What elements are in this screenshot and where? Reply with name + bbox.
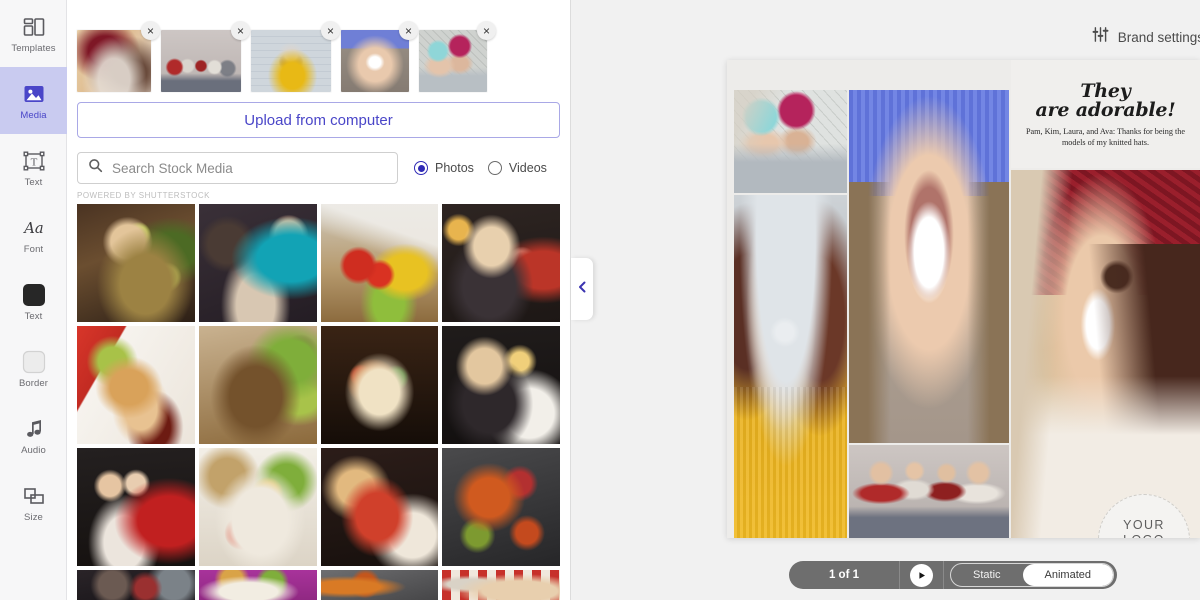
stock-result-item[interactable] bbox=[198, 570, 317, 600]
radio-photos[interactable]: Photos bbox=[414, 161, 474, 175]
svg-text:T: T bbox=[30, 156, 37, 168]
sidebar-item-size[interactable]: Size bbox=[0, 469, 67, 536]
radio-videos[interactable]: Videos bbox=[487, 161, 547, 175]
collapse-panel-button[interactable] bbox=[571, 258, 593, 320]
stock-result-item[interactable] bbox=[320, 448, 439, 566]
uploaded-thumb[interactable]: × bbox=[161, 21, 250, 92]
sidebar-item-text-color[interactable]: Text bbox=[0, 268, 67, 335]
upload-from-computer-button[interactable]: Upload from computer bbox=[77, 102, 560, 138]
logo-line-2: LOGO bbox=[1123, 533, 1165, 538]
uploaded-media-strip: × × × × × bbox=[67, 0, 570, 98]
canvas-photo-woman-red-hat[interactable] bbox=[1011, 170, 1200, 538]
search-input-wrapper[interactable] bbox=[77, 152, 398, 184]
radio-videos-label: Videos bbox=[508, 161, 547, 175]
stock-result-item[interactable] bbox=[442, 326, 560, 444]
sidebar-label-media: Media bbox=[20, 109, 47, 121]
remove-upload-button[interactable]: × bbox=[477, 21, 496, 40]
stock-result-item[interactable] bbox=[198, 204, 317, 322]
sidebar-item-templates[interactable]: Templates bbox=[0, 0, 67, 67]
headline-line-2: are adorable! bbox=[1035, 99, 1176, 122]
uploaded-thumb[interactable]: × bbox=[77, 21, 160, 92]
text-box-icon: T bbox=[21, 148, 47, 174]
uploaded-thumb[interactable]: × bbox=[341, 21, 418, 92]
uploaded-thumb-image bbox=[77, 30, 151, 92]
svg-text:Aa: Aa bbox=[22, 220, 43, 237]
stock-result-item[interactable] bbox=[442, 448, 560, 566]
stock-result-item[interactable] bbox=[442, 570, 560, 600]
remove-upload-button[interactable]: × bbox=[321, 21, 340, 40]
chevron-left-icon bbox=[577, 280, 588, 299]
canvas-headline-block[interactable]: They are adorable! Pam, Kim, Laura, and … bbox=[1011, 60, 1200, 168]
stock-result-item[interactable] bbox=[198, 326, 317, 444]
static-animated-toggle: Static Animated bbox=[944, 561, 1117, 589]
sidebar-item-border[interactable]: Border bbox=[0, 335, 67, 402]
brand-settings-label: Brand settings bbox=[1117, 29, 1200, 45]
stock-result-item[interactable] bbox=[77, 570, 195, 600]
sidebar-label-templates: Templates bbox=[11, 42, 56, 54]
stock-result-item[interactable] bbox=[77, 448, 195, 566]
sidebar-label-border: Border bbox=[18, 377, 49, 389]
sliders-icon bbox=[1092, 26, 1109, 48]
search-input[interactable] bbox=[110, 159, 387, 177]
text-color-icon bbox=[21, 282, 47, 308]
sidebar-item-text[interactable]: T Text bbox=[0, 134, 67, 201]
media-type-radio-group: Photos Videos bbox=[414, 161, 547, 175]
stock-search-row: Photos Videos bbox=[77, 152, 560, 184]
sidebar-label-audio: Audio bbox=[21, 444, 46, 456]
page-indicator[interactable]: 1 of 1 bbox=[789, 561, 899, 589]
canvas-photo-woman-blue-hat[interactable] bbox=[849, 90, 1009, 443]
uploaded-thumb[interactable]: × bbox=[419, 21, 496, 92]
app-root: Templates Media T Text Aa Font Text Bord… bbox=[0, 0, 1200, 600]
remove-upload-button[interactable]: × bbox=[141, 21, 160, 40]
sidebar-label-text-color: Text bbox=[24, 310, 43, 322]
sidebar-item-font[interactable]: Aa Font bbox=[0, 201, 67, 268]
play-preview-button[interactable] bbox=[899, 561, 944, 589]
remove-upload-button[interactable]: × bbox=[399, 21, 418, 40]
sidebar-item-media[interactable]: Media bbox=[0, 67, 67, 134]
sidebar-label-text: Text bbox=[24, 176, 43, 188]
brand-settings-button[interactable]: Brand settings bbox=[1092, 26, 1200, 48]
toggle-static[interactable]: Static bbox=[951, 564, 1023, 586]
static-animated-segmented-control: Static Animated bbox=[950, 563, 1114, 587]
stock-result-item[interactable] bbox=[320, 204, 439, 322]
media-panel: × × × × × Upload from computer Search St… bbox=[67, 0, 571, 600]
search-icon bbox=[88, 158, 103, 178]
radio-videos-dot bbox=[487, 161, 502, 175]
canvas-photo-four-friends[interactable] bbox=[849, 445, 1009, 538]
canvas-photo-two-women-knit-hats[interactable] bbox=[734, 90, 847, 193]
size-icon bbox=[21, 483, 47, 509]
play-icon bbox=[910, 563, 933, 587]
canvas-bottom-toolbar: 1 of 1 Static Animated bbox=[789, 561, 1117, 589]
stock-result-item[interactable] bbox=[198, 448, 317, 566]
stock-results-grid bbox=[67, 204, 570, 600]
sidebar-label-size: Size bbox=[24, 511, 43, 523]
uploaded-thumb-image bbox=[419, 30, 487, 92]
uploaded-thumb-image bbox=[251, 30, 331, 92]
templates-icon bbox=[21, 14, 47, 40]
canvas-photo-woman-gray-beanie[interactable] bbox=[734, 195, 847, 538]
radio-photos-dot bbox=[414, 161, 428, 175]
toggle-animated[interactable]: Animated bbox=[1022, 564, 1113, 586]
audio-note-icon bbox=[21, 416, 47, 442]
sidebar-item-audio[interactable]: Audio bbox=[0, 402, 67, 469]
remove-upload-button[interactable]: × bbox=[231, 21, 250, 40]
stock-result-item[interactable] bbox=[442, 204, 560, 322]
left-tool-rail: Templates Media T Text Aa Font Text Bord… bbox=[0, 0, 67, 600]
logo-line-1: YOUR bbox=[1123, 517, 1165, 532]
headline-subtext: Pam, Kim, Laura, and Ava: Thanks for bei… bbox=[1025, 127, 1186, 148]
stock-result-item[interactable] bbox=[77, 204, 195, 322]
sidebar-label-font: Font bbox=[23, 243, 44, 255]
design-canvas[interactable]: They are adorable! Pam, Kim, Laura, and … bbox=[727, 60, 1200, 538]
border-icon bbox=[21, 349, 47, 375]
uploaded-thumb-image bbox=[161, 30, 241, 92]
uploaded-thumb-image bbox=[341, 30, 409, 92]
stock-result-item[interactable] bbox=[320, 570, 439, 600]
uploaded-thumb[interactable]: × bbox=[251, 21, 340, 92]
powered-by-label: POWERED BY SHUTTERSTOCK bbox=[77, 191, 210, 200]
radio-photos-label: Photos bbox=[435, 161, 474, 175]
media-image-icon bbox=[21, 81, 47, 107]
stock-result-item[interactable] bbox=[320, 326, 439, 444]
font-aa-icon: Aa bbox=[21, 215, 47, 241]
stock-result-item[interactable] bbox=[77, 326, 195, 444]
